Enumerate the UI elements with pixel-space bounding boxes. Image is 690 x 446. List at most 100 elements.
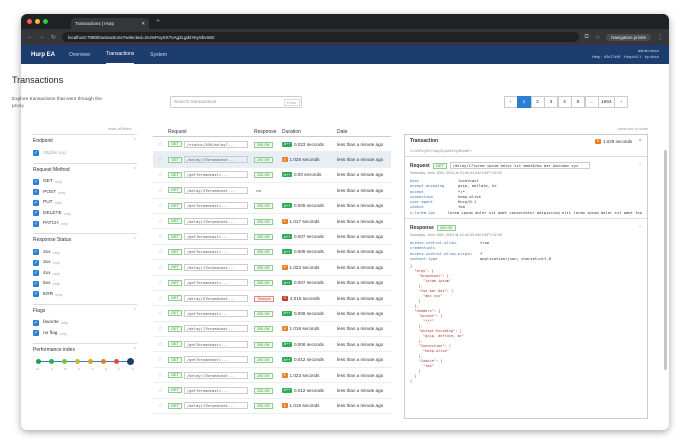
favorite-star-icon[interactable]: ☆ bbox=[153, 310, 168, 317]
favorite-star-icon[interactable]: ☆ bbox=[153, 402, 168, 409]
detail-close-icon[interactable]: ✕ bbox=[638, 138, 642, 144]
favorite-star-icon[interactable]: ☆ bbox=[153, 202, 168, 209]
only-link[interactable]: only bbox=[59, 331, 66, 336]
only-link[interactable]: only bbox=[52, 260, 59, 265]
table-row[interactable]: ☆ GET/delay/1?broadcast... 200 OK E 1.023 se… bbox=[153, 368, 391, 384]
favorite-star-icon[interactable]: ☆ bbox=[153, 387, 168, 394]
page-scrollbar[interactable] bbox=[664, 150, 667, 370]
table-row[interactable]: ☆ GET/delay/1?broadcast... 200 OK E 1.017 se… bbox=[153, 214, 391, 230]
table-row[interactable]: ☆ GET/get?broadcast=... 200 OK A++ 0.007 sec… bbox=[153, 229, 391, 245]
request-url[interactable]: /delay/1?lorem ipsum dolor sit amet&foo … bbox=[449, 162, 590, 169]
filter-checkbox[interactable]: ✓ GET only bbox=[33, 177, 137, 188]
header-date[interactable]: Date bbox=[337, 129, 348, 135]
table-row[interactable]: ☆ GET/delay/3?broadcast... n/a less than a … bbox=[153, 183, 391, 199]
favorite-star-icon[interactable]: ☆ bbox=[153, 218, 168, 225]
only-link[interactable]: only bbox=[55, 179, 62, 184]
back-icon[interactable]: ← bbox=[27, 34, 33, 40]
private-nav-badge[interactable]: Navigation privée bbox=[606, 33, 651, 41]
slider-stop[interactable] bbox=[88, 358, 93, 364]
page-button[interactable]: 1 bbox=[517, 96, 531, 108]
collapse-icon[interactable]: ⌃ bbox=[133, 138, 137, 144]
checkbox-checked-icon[interactable]: ✓ bbox=[33, 210, 39, 217]
collapse-icon[interactable]: ⌃ bbox=[133, 237, 137, 243]
filter-checkbox[interactable]: ✓ httpbin.org bbox=[33, 148, 137, 159]
filter-checkbox[interactable]: ✓ 4xx only bbox=[33, 268, 137, 279]
filter-method-header[interactable]: Request Method ⌃ bbox=[33, 167, 137, 173]
only-link[interactable]: only bbox=[64, 211, 71, 216]
table-row[interactable]: ☆ GET/status/200/delay?... 200 OK A++ 0.023 … bbox=[153, 137, 391, 153]
filter-checkbox[interactable]: ✓ POST only bbox=[33, 187, 137, 198]
filter-checkbox[interactable]: ✓ 3xx only bbox=[33, 258, 137, 269]
slider-stop[interactable] bbox=[101, 358, 106, 364]
only-link[interactable]: only bbox=[55, 292, 62, 297]
table-row[interactable]: ☆ GET/get?broadcast=... 200 OK A++ 0.005 sec… bbox=[153, 199, 391, 214]
filter-checkbox[interactable]: ✓ 2xx only bbox=[33, 247, 137, 258]
page-button[interactable]: 2 bbox=[530, 96, 545, 108]
forward-icon[interactable]: → bbox=[39, 34, 45, 40]
only-link[interactable]: only bbox=[52, 271, 59, 276]
table-row[interactable]: ☆ GET/delay/1?broadcast... 200 OK E 1.028 se… bbox=[153, 152, 391, 168]
favorite-star-icon[interactable]: ☆ bbox=[153, 248, 168, 255]
slider-stop[interactable] bbox=[114, 358, 119, 364]
table-row[interactable]: ☆ GET/get?broadcast=... 200 OK A++ 0.008 sec… bbox=[153, 245, 391, 261]
favorite-star-icon[interactable]: ☆ bbox=[153, 141, 168, 148]
page-button[interactable]: 5 bbox=[571, 96, 585, 108]
header-request[interactable]: Request bbox=[168, 129, 254, 135]
only-link[interactable]: only bbox=[52, 250, 59, 255]
page-button[interactable]: 3 bbox=[544, 96, 558, 108]
favorite-star-icon[interactable]: ☆ bbox=[153, 295, 168, 302]
translate-icon[interactable]: ⧉ bbox=[585, 34, 589, 41]
checkbox-checked-icon[interactable]: ✓ bbox=[33, 291, 39, 298]
nav-system[interactable]: System bbox=[150, 45, 167, 64]
close-tab-icon[interactable]: ✕ bbox=[141, 21, 145, 27]
only-link[interactable]: only bbox=[58, 190, 65, 195]
page-button[interactable]: ... bbox=[584, 96, 599, 108]
table-row[interactable]: ☆ GET/get?broadcast=... 200 OK A++ 0.012 sec… bbox=[153, 383, 391, 399]
request-collapse-icon[interactable]: ⌃ bbox=[638, 163, 642, 169]
reset-filters-link[interactable]: reset all filters bbox=[108, 127, 131, 131]
slider-stop[interactable] bbox=[75, 358, 80, 364]
filter-status-header[interactable]: Response Status ⌃ bbox=[33, 237, 137, 243]
checkbox-checked-icon[interactable]: ✓ bbox=[33, 259, 39, 266]
only-link[interactable]: only bbox=[61, 320, 68, 325]
search-input[interactable]: Search transactions bbox=[170, 96, 302, 108]
browser-tab[interactable]: Transactions | Hurp ✕ bbox=[71, 18, 149, 29]
favorite-star-icon[interactable]: ☆ bbox=[153, 325, 168, 332]
collapse-icon[interactable]: ⌃ bbox=[133, 308, 137, 314]
slider-stop[interactable] bbox=[49, 358, 54, 364]
table-row[interactable]: ☆ GET/get?broadcast=... 200 OK A++ 0.006 sec… bbox=[153, 337, 391, 353]
favorite-star-icon[interactable]: ☆ bbox=[153, 372, 168, 379]
checkbox-checked-icon[interactable]: ✓ bbox=[33, 330, 39, 337]
app-logo[interactable]: Hurp EA bbox=[31, 52, 55, 58]
favorite-star-icon[interactable]: ☆ bbox=[153, 156, 168, 163]
slider-stop[interactable] bbox=[62, 358, 67, 364]
page-button[interactable]: ‹ bbox=[503, 96, 518, 108]
reload-icon[interactable]: ↻ bbox=[51, 34, 56, 41]
checkbox-checked-icon[interactable]: ✓ bbox=[33, 178, 39, 185]
response-collapse-icon[interactable]: ⌃ bbox=[638, 225, 642, 231]
slider-stop[interactable] bbox=[36, 358, 41, 364]
only-link[interactable]: only bbox=[55, 200, 62, 205]
checkbox-checked-icon[interactable]: ✓ bbox=[33, 199, 39, 206]
favorite-star-icon[interactable]: ☆ bbox=[153, 233, 168, 240]
checkbox-checked-icon[interactable]: ✓ bbox=[33, 270, 39, 277]
nav-transactions[interactable]: Transactions bbox=[105, 45, 135, 64]
table-row[interactable]: ☆ GET/delay/1?broadcast... 200 OK E 1.018 se… bbox=[153, 322, 391, 338]
header-duration[interactable]: Duration bbox=[282, 129, 337, 135]
page-button[interactable]: › bbox=[614, 96, 629, 108]
filter-checkbox[interactable]: ✓ favorite only bbox=[33, 318, 137, 329]
collapse-icon[interactable]: ⌃ bbox=[133, 167, 137, 173]
filter-performance-header[interactable]: Performance index ⌃ bbox=[33, 347, 137, 353]
table-row[interactable]: ☆ GET/get?broadcast=... 200 OK A++ 0.012 sec… bbox=[153, 352, 391, 368]
favorite-star-icon[interactable]: ☆ bbox=[153, 341, 168, 348]
table-row[interactable]: ☆ GET/delay/5?broadcast... Timeout G 4.015 s… bbox=[153, 291, 391, 307]
table-row[interactable]: ☆ GET/get?broadcast=... 200 OK A++ 0.00 seco… bbox=[153, 168, 391, 184]
close-window-icon[interactable] bbox=[27, 19, 32, 24]
bookmark-star-icon[interactable]: ☆ bbox=[595, 34, 600, 41]
only-link[interactable]: only bbox=[61, 221, 68, 226]
favorite-star-icon[interactable]: ☆ bbox=[153, 356, 168, 363]
slider-stop[interactable] bbox=[127, 357, 134, 365]
page-button[interactable]: 4 bbox=[557, 96, 572, 108]
filter-checkbox[interactable]: ✓ 5xx only bbox=[33, 279, 137, 290]
filter-checkbox[interactable]: ✓ no flag only bbox=[33, 328, 137, 339]
